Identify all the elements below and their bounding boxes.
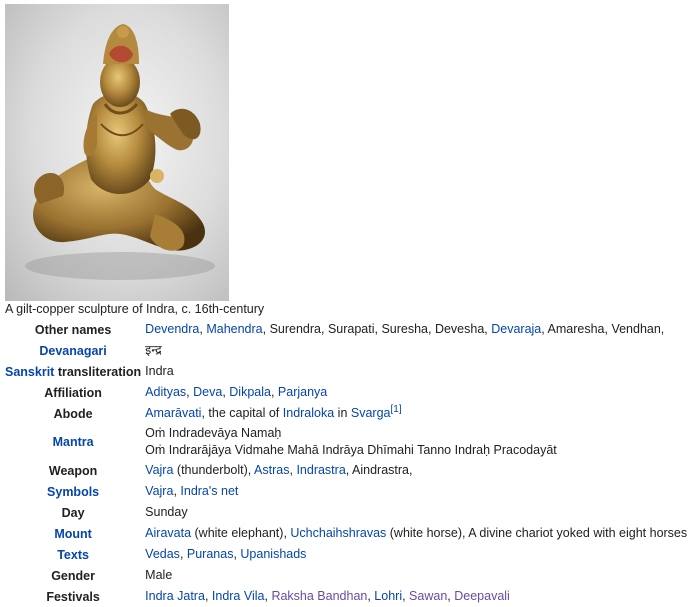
link-mantra-label[interactable]: Mantra — [53, 435, 94, 449]
row-mount: Mount Airavata (white elephant), Uchchai… — [3, 523, 687, 544]
row-symbols: Symbols Vajra, Indra's net — [3, 481, 687, 502]
value-symbols: Vajra, Indra's net — [145, 481, 687, 502]
row-other-names: Other names Devendra, Mahendra, Surendra… — [3, 319, 687, 340]
value-festivals: Indra Jatra, Indra Vila, Raksha Bandhan,… — [145, 586, 687, 607]
link-sawan[interactable]: Sawan — [409, 589, 447, 603]
link-uchchaihshravas[interactable]: Uchchaihshravas — [290, 526, 386, 540]
link-indras-net[interactable]: Indra's net — [180, 484, 238, 498]
link-amaravati[interactable]: Amarāvati — [145, 406, 201, 420]
label-transliteration-text: transliteration — [54, 364, 142, 379]
row-affiliation: Affiliation Adityas, Deva, Dikpala, Parj… — [3, 382, 687, 403]
link-indraloka[interactable]: Indraloka — [283, 406, 334, 420]
label-symbols: Symbols — [3, 481, 145, 502]
weapon-text-end: , Aindrastra, — [345, 463, 413, 477]
link-puranas[interactable]: Puranas — [187, 547, 234, 561]
label-gender: Gender — [51, 568, 95, 583]
mantra-line-2: Oṁ Indrarājāya Vidmahe Mahā Indrāya Dhīm… — [145, 443, 557, 457]
link-texts-label[interactable]: Texts — [57, 548, 89, 562]
mantra-line-1: Oṁ Indradevāya Namaḥ — [145, 426, 282, 440]
link-sanskrit[interactable]: Sanskrit — [5, 365, 54, 379]
row-sanskrit-transliteration: Sanskrit transliteration Indra — [3, 361, 687, 382]
sep-text: , — [402, 589, 410, 603]
weapon-text: (thunderbolt), — [173, 463, 255, 477]
value-other-names: Devendra, Mahendra, Surendra, Surapati, … — [145, 319, 687, 340]
infobox-table: Other names Devendra, Mahendra, Surendra… — [3, 319, 687, 607]
link-devaraja[interactable]: Devaraja — [491, 322, 541, 336]
link-symbols-label[interactable]: Symbols — [47, 485, 99, 499]
row-festivals: Festivals Indra Jatra, Indra Vila, Raksh… — [3, 586, 687, 607]
reference-link[interactable]: [1] — [391, 404, 402, 415]
value-affiliation: Adityas, Deva, Dikpala, Parjanya — [145, 382, 687, 403]
link-upanishads[interactable]: Upanishads — [240, 547, 306, 561]
value-weapon: Vajra (thunderbolt), Astras, Indrastra, … — [145, 460, 687, 481]
row-texts: Texts Vedas, Puranas, Upanishads — [3, 544, 687, 565]
label-festivals: Festivals — [46, 589, 100, 604]
value-mantra: Oṁ Indradevāya Namaḥ Oṁ Indrarājāya Vidma… — [145, 424, 687, 460]
link-svarga[interactable]: Svarga — [351, 406, 391, 420]
label-abode: Abode — [53, 406, 93, 421]
link-raksha-bandhan[interactable]: Raksha Bandhan — [271, 589, 367, 603]
image-caption: A gilt-copper sculpture of Indra, c. 16t… — [5, 302, 265, 316]
label-mount: Mount — [3, 523, 145, 544]
names-text: , Surendra, Surapati, Suresha, Devesha, — [262, 322, 492, 336]
value-mount: Airavata (white elephant), Uchchaihshrav… — [145, 523, 687, 544]
label-devanagari: Devanagari — [3, 340, 145, 361]
mount-text-end: (white horse), A divine chariot yoked wi… — [386, 526, 688, 540]
link-astras[interactable]: Astras — [254, 463, 289, 477]
value-sanskrit: Indra — [145, 364, 174, 378]
link-vajra[interactable]: Vajra — [145, 463, 173, 477]
link-vedas[interactable]: Vedas — [145, 547, 180, 561]
abode-text: , the capital of — [201, 406, 283, 420]
link-dikpala[interactable]: Dikpala — [229, 385, 271, 399]
value-gender: Male — [145, 568, 173, 582]
label-weapon: Weapon — [48, 463, 98, 478]
link-lohri[interactable]: Lohri — [374, 589, 402, 603]
link-deva[interactable]: Deva — [193, 385, 222, 399]
link-devendra[interactable]: Devendra — [145, 322, 199, 336]
row-gender: Gender Male — [3, 565, 687, 586]
link-devanagari-label[interactable]: Devanagari — [39, 344, 106, 358]
names-text-end: , Amaresha, Vendhan, — [541, 322, 665, 336]
value-devanagari: इन्द्र — [145, 343, 162, 357]
label-other-names: Other names — [34, 322, 112, 337]
label-texts: Texts — [3, 544, 145, 565]
row-weapon: Weapon Vajra (thunderbolt), Astras, Indr… — [3, 460, 687, 481]
mount-text: (white elephant), — [191, 526, 291, 540]
label-sanskrit-transliteration: Sanskrit transliteration — [3, 361, 145, 382]
sep-text: , — [204, 589, 212, 603]
value-texts: Vedas, Puranas, Upanishads — [145, 544, 687, 565]
row-day: Day Sunday — [3, 502, 687, 523]
label-affiliation: Affiliation — [44, 385, 102, 400]
link-vajra-symbol[interactable]: Vajra — [145, 484, 173, 498]
link-mahendra[interactable]: Mahendra — [206, 322, 262, 336]
abode-text: in — [334, 406, 351, 420]
link-indrastra[interactable]: Indrastra — [296, 463, 345, 477]
row-devanagari: Devanagari इन्द्र — [3, 340, 687, 361]
sep-text: , — [270, 385, 278, 399]
link-indra-jatra[interactable]: Indra Jatra — [145, 589, 205, 603]
value-day: Sunday — [145, 505, 188, 519]
label-mantra: Mantra — [3, 424, 145, 460]
link-mount-label[interactable]: Mount — [54, 527, 91, 541]
link-parjanya[interactable]: Parjanya — [278, 385, 327, 399]
sculpture-image[interactable] — [5, 4, 229, 301]
value-abode: Amarāvati, the capital of Indraloka in S… — [145, 403, 687, 424]
row-abode: Abode Amarāvati, the capital of Indralok… — [3, 403, 687, 424]
sculpture-illustration — [25, 24, 215, 280]
link-indra-vila[interactable]: Indra Vila — [212, 589, 265, 603]
link-adityas[interactable]: Adityas — [145, 385, 186, 399]
label-day: Day — [61, 505, 85, 520]
row-mantra: Mantra Oṁ Indradevāya Namaḥ Oṁ Indrarājāy… — [3, 424, 687, 460]
sep-text: , — [179, 547, 187, 561]
link-airavata[interactable]: Airavata — [145, 526, 191, 540]
link-deepavali[interactable]: Deepavali — [454, 589, 510, 603]
